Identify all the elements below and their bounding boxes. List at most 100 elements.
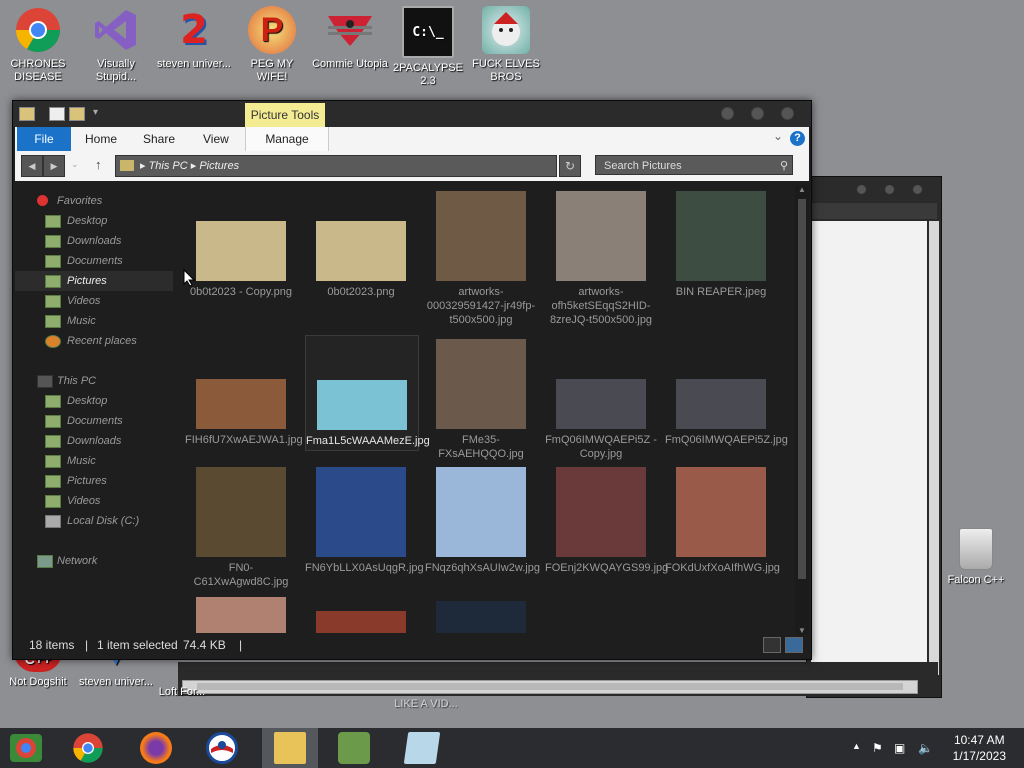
large-icons-view-icon[interactable]	[785, 637, 803, 653]
file-item[interactable]: FmQ06IMWQAEPi5Z - Copy.jpg	[545, 339, 657, 461]
sidebar-item-local-disk[interactable]: Local Disk (C:)	[15, 511, 173, 531]
scroll-up-icon[interactable]: ▲	[798, 185, 806, 194]
background-window-text-area[interactable]	[811, 221, 927, 675]
file-item[interactable]: FNqz6qhXsAUIw2w.jpg	[425, 467, 540, 575]
recent-locations-icon[interactable]: ⌄	[71, 159, 79, 170]
chrome-icon[interactable]	[72, 732, 104, 764]
desktop-icon-loft[interactable]: Loft For...	[152, 686, 212, 699]
customize-qat-icon[interactable]: ▾	[93, 107, 98, 118]
clock[interactable]: 10:47 AM 1/17/2023	[953, 732, 1006, 764]
sidebar-item-pictures[interactable]: Pictures	[15, 271, 173, 291]
tab-file[interactable]: File	[17, 127, 71, 151]
up-arrow-icon[interactable]: ↑	[95, 157, 102, 172]
flag-icon[interactable]: ⚑	[872, 741, 883, 755]
file-item[interactable]: FOKdUxfXoAIfhWG.jpg	[665, 467, 780, 575]
desktop-icon-visual-studio[interactable]: Visually Stupid...	[78, 0, 154, 84]
maximize-icon[interactable]	[751, 107, 764, 120]
help-icon[interactable]: ?	[790, 131, 805, 146]
file-item[interactable]	[425, 597, 537, 633]
sidebar-item-pc-downloads[interactable]: Downloads	[15, 431, 173, 451]
desktop-icon-peg[interactable]: P PEG MY WIFE!	[234, 0, 310, 84]
desktop-icon-bros[interactable]: FUCK ELVES BROS	[468, 0, 544, 84]
background-window[interactable]	[806, 176, 942, 698]
tab-home[interactable]: Home	[85, 127, 117, 151]
file-item[interactable]: FMe35-FXsAEHQQO.jpg	[425, 339, 537, 461]
sidebar-item-documents[interactable]: Documents	[15, 251, 173, 271]
close-icon[interactable]	[913, 185, 922, 194]
sidebar-group-favorites[interactable]: Favorites	[15, 191, 173, 211]
minimize-icon[interactable]	[857, 185, 866, 194]
close-icon[interactable]	[781, 107, 794, 120]
recycle-bin[interactable]: Falcon C++	[944, 528, 1008, 586]
forward-button[interactable]: ▶	[43, 155, 65, 177]
horizontal-scrollbar[interactable]	[182, 680, 918, 694]
file-item[interactable]: artworks-ofh5ketSEqqS2HID-8zreJQ-t500x50…	[545, 191, 657, 327]
sidebar-item-pc-documents[interactable]: Documents	[15, 411, 173, 431]
file-explorer-icon[interactable]	[274, 732, 306, 764]
address-bar[interactable]: ▸ This PC ▸ Pictures	[115, 155, 557, 177]
folder-icon[interactable]	[19, 107, 35, 121]
file-item-selected[interactable]: Fma1L5cWAAAMezE.jpg	[305, 335, 430, 451]
back-button[interactable]: ◀	[21, 155, 43, 177]
network-tray-icon[interactable]: ▣	[894, 741, 905, 755]
breadcrumb-this-pc[interactable]: This PC	[149, 160, 188, 172]
file-item[interactable]: FIH6fU7XwAEJWA1.jpg	[185, 339, 303, 447]
sidebar-group-this-pc[interactable]: This PC	[15, 371, 173, 391]
file-item[interactable]: artworks-000329591427-jr49fp-t500x500.jp…	[425, 191, 537, 327]
search-input[interactable]: Search Pictures ⚲	[595, 155, 793, 175]
music-folder-icon	[45, 315, 61, 328]
minimize-icon[interactable]	[721, 107, 734, 120]
search-icon[interactable]: ⚲	[780, 156, 788, 176]
firefox-icon[interactable]	[140, 732, 172, 764]
file-item[interactable]: FmQ06IMWQAEPi5Z.jpg	[665, 339, 788, 447]
scrollbar-thumb[interactable]	[798, 199, 806, 579]
sidebar-item-recent-places[interactable]: Recent places	[15, 331, 173, 351]
file-item[interactable]: 0b0t2023 - Copy.png	[185, 191, 297, 299]
file-item[interactable]	[305, 597, 417, 633]
tab-manage[interactable]: Manage	[245, 127, 329, 151]
obama-icon[interactable]	[206, 732, 238, 764]
file-item[interactable]: FOEnj2KWQAYGS99.jpg	[545, 467, 668, 575]
documents-folder-icon	[45, 255, 61, 268]
network-icon	[37, 555, 53, 568]
refresh-button[interactable]: ↻	[559, 155, 581, 177]
start-button[interactable]	[8, 732, 44, 764]
tab-view[interactable]: View	[203, 127, 229, 151]
background-window-scrollbar[interactable]	[929, 221, 939, 675]
sidebar-item-pc-desktop[interactable]: Desktop	[15, 391, 173, 411]
picture-tools-context-label: Picture Tools	[245, 103, 325, 127]
file-explorer-window[interactable]: ▾ Picture Tools File Home Share View Man…	[12, 100, 812, 660]
desktop-icon-commie[interactable]: Commie Utopia	[312, 0, 388, 71]
new-folder-icon[interactable]	[69, 107, 85, 121]
vertical-scrollbar[interactable]: ▲ ▼	[795, 185, 809, 635]
details-view-icon[interactable]	[763, 637, 781, 653]
sidebar-item-music[interactable]: Music	[15, 311, 173, 331]
file-item[interactable]	[185, 597, 297, 633]
sidebar-item-pc-music[interactable]: Music	[15, 451, 173, 471]
image-preview	[317, 380, 407, 430]
file-item[interactable]: FN0-C61XwAgwd8C.jpg	[185, 467, 297, 589]
properties-icon[interactable]	[49, 107, 65, 121]
desktop-icon-video[interactable]: LIKE A VID...	[388, 698, 464, 711]
breadcrumb-pictures[interactable]: Pictures	[199, 160, 239, 172]
desktop-icon-2pacalypse[interactable]: C:\_ 2PACALYPSE 2.3	[390, 0, 466, 88]
chevron-up-icon[interactable]: ▲	[852, 741, 861, 751]
desktop-icon-chrones[interactable]: CHRONES DISEASE	[0, 0, 76, 84]
maximize-icon[interactable]	[885, 185, 894, 194]
desktop-icon-steven[interactable]: 2 steven univer...	[156, 0, 232, 71]
sidebar-item-pc-pictures[interactable]: Pictures	[15, 471, 173, 491]
tab-share[interactable]: Share	[143, 127, 175, 151]
sidebar-item-desktop[interactable]: Desktop	[15, 211, 173, 231]
network-icon[interactable]	[338, 732, 370, 764]
sidebar-group-network[interactable]: Network	[15, 551, 173, 571]
notepad-icon[interactable]	[403, 732, 441, 764]
sidebar-item-pc-videos[interactable]: Videos	[15, 491, 173, 511]
file-item[interactable]: FN6YbLLX0AsUqgR.jpg	[305, 467, 424, 575]
file-item[interactable]: BIN REAPER.jpeg	[665, 191, 777, 299]
volume-icon[interactable]: 🔈	[918, 741, 933, 755]
sidebar-item-downloads[interactable]: Downloads	[15, 231, 173, 251]
chevron-down-icon[interactable]: ⌄	[773, 129, 783, 143]
scrollbar-thumb[interactable]	[197, 683, 903, 690]
file-item[interactable]: 0b0t2023.png	[305, 191, 417, 299]
sidebar-item-videos[interactable]: Videos	[15, 291, 173, 311]
